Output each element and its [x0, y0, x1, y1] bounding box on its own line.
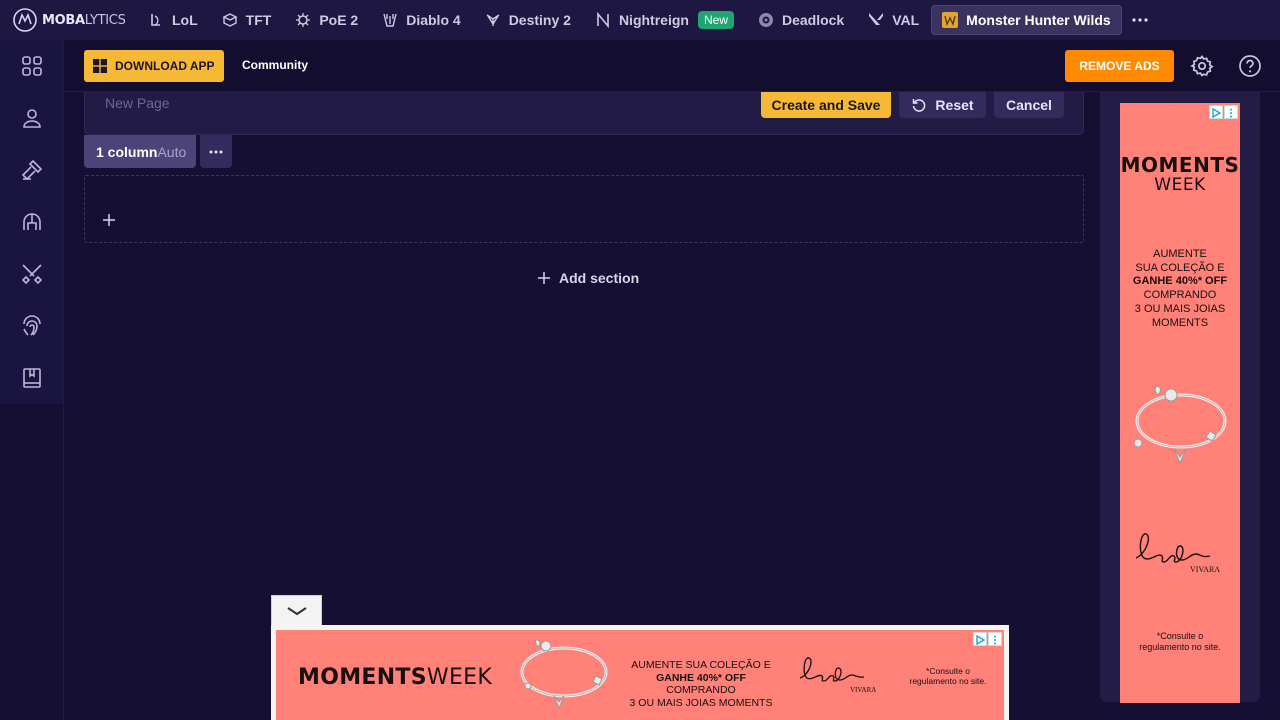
add-block-plus-icon[interactable] [101, 212, 117, 228]
section-options-button[interactable] [200, 135, 232, 168]
game-tab-lol[interactable]: LoL [136, 5, 210, 35]
download-app-button[interactable]: DOWNLOAD APP [84, 50, 224, 82]
game-label: Destiny 2 [508, 12, 571, 28]
bracelet-image [1133, 386, 1227, 465]
logo-text: MOBALYTICS [42, 12, 126, 28]
reset-icon [913, 99, 926, 112]
ad-title-bold: MOMENTS [1120, 153, 1240, 177]
ad-copy: AUMENTE SUA COLEÇÃO E GANHE 40%* OFF COM… [1132, 248, 1228, 329]
book-icon [22, 368, 41, 388]
helmet-icon [22, 213, 41, 230]
right-ad-container: MOMENTS WEEK AUMENTE SUA COLEÇÃO E GANHE… [1100, 92, 1260, 703]
add-section-label: Add section [559, 270, 640, 286]
fingerprint-icon [22, 315, 41, 336]
create-and-save-button[interactable]: Create and Save [761, 92, 891, 118]
reset-button[interactable]: Reset [899, 92, 986, 118]
game-tab-mhwilds[interactable]: Monster Hunter Wilds [931, 5, 1122, 35]
column-layout-selector[interactable]: 1 column Auto [84, 135, 196, 168]
mobalytics-logo[interactable]: MOBALYTICS [0, 0, 136, 40]
poe2-icon [296, 13, 311, 27]
svg-text:VIVARA: VIVARA [850, 686, 876, 694]
game-label: Deadlock [781, 12, 845, 28]
more-horizontal-icon [209, 150, 223, 153]
game-nav: MOBALYTICS LoL TFT PoE 2 Diablo 4 Destin… [0, 0, 1280, 40]
hammer-icon [21, 159, 42, 181]
ad-title-light: WEEK [1154, 175, 1206, 195]
sidebar-item-dashboard[interactable] [0, 40, 63, 92]
section-dropzone [84, 175, 1084, 243]
game-tab-destiny2[interactable]: Destiny 2 [473, 5, 583, 35]
nightreign-icon [597, 12, 609, 28]
game-label: TFT [245, 12, 272, 28]
adchoices-icon[interactable] [973, 632, 1002, 646]
destiny2-icon [486, 14, 500, 26]
ad-disclaimer: *Consulte o regulamento no site. [909, 666, 987, 686]
bottom-ad-container: MOMENTSWEEK AUMENTE SUA COLEÇÃO E GANHE … [271, 625, 1009, 720]
cancel-button[interactable]: Cancel [994, 92, 1064, 118]
reset-label: Reset [935, 97, 974, 113]
bottom-advertisement[interactable]: MOMENTSWEEK AUMENTE SUA COLEÇÃO E GANHE … [276, 630, 1004, 720]
game-label: PoE 2 [319, 12, 359, 28]
game-label: LoL [172, 12, 198, 28]
help-icon[interactable] [1236, 52, 1264, 80]
new-badge: New [697, 11, 734, 29]
bracelet-image [520, 639, 608, 710]
ad-title: MOMENTSWEEK [298, 665, 493, 690]
mhwilds-icon [942, 12, 959, 28]
community-link[interactable]: Community [242, 58, 308, 72]
sidebar-item-profile[interactable] [0, 92, 63, 144]
remove-ads-button[interactable]: REMOVE ADS [1065, 50, 1174, 82]
game-label: Nightreign [618, 12, 689, 28]
game-tab-diablo4[interactable]: Diablo 4 [370, 5, 472, 35]
lol-icon [151, 14, 160, 26]
crossed-swords-icon [21, 264, 42, 285]
plus-icon [538, 272, 550, 284]
sidebar-item-monsters[interactable] [0, 196, 63, 248]
download-app-label: DOWNLOAD APP [115, 59, 215, 73]
game-tab-deadlock[interactable]: Deadlock [746, 5, 856, 35]
life-vivara-logo: VIVARA [799, 657, 876, 694]
page-editor-bar: New Page Create and Save Reset Cancel [84, 92, 1084, 135]
game-tab-valorant[interactable]: VAL [856, 5, 931, 35]
tft-icon [222, 13, 238, 27]
life-vivara-logo: VIVARA [1135, 533, 1220, 574]
game-label: VAL [892, 12, 920, 28]
sidebar-item-weapons[interactable] [0, 248, 63, 300]
adchoices-icon[interactable] [1209, 105, 1238, 119]
game-tab-tft[interactable]: TFT [210, 5, 284, 35]
column-mode-label: Auto [157, 143, 187, 160]
game-tab-nightreign[interactable]: Nightreign New [583, 5, 746, 35]
left-sidebar [0, 40, 64, 720]
column-count-label: 1 column [96, 143, 158, 160]
sidebar-item-builds[interactable] [0, 144, 63, 196]
more-games-icon[interactable] [1126, 6, 1154, 34]
diablo4-icon [383, 13, 397, 27]
user-icon [22, 109, 41, 128]
svg-text:VIVARA: VIVARA [1190, 565, 1220, 574]
add-section-button[interactable]: Add section [537, 270, 639, 286]
game-label: Monster Hunter Wilds [966, 12, 1111, 28]
collapse-ad-button[interactable] [271, 595, 322, 625]
sidebar-item-tracker[interactable] [0, 300, 63, 352]
game-label: Diablo 4 [406, 12, 461, 28]
grid-icon [21, 56, 42, 76]
deadlock-icon [758, 13, 773, 27]
page-name-input[interactable]: New Page [105, 95, 170, 111]
right-advertisement[interactable]: MOMENTS WEEK AUMENTE SUA COLEÇÃO E GANHE… [1120, 103, 1240, 703]
ad-copy: AUMENTE SUA COLEÇÃO E GANHE 40%* OFF COM… [629, 659, 773, 709]
windows-icon [93, 59, 107, 73]
mobalytics-logo-icon [13, 8, 37, 32]
sub-header: DOWNLOAD APP Community REMOVE ADS [64, 40, 1280, 92]
sidebar-item-guides[interactable] [0, 352, 63, 404]
settings-gear-icon[interactable] [1188, 52, 1216, 80]
game-tab-poe2[interactable]: PoE 2 [283, 5, 370, 35]
chevron-down-icon [286, 606, 307, 615]
ad-disclaimer: *Consulte o regulamento no site. [1139, 631, 1221, 652]
valorant-icon [869, 13, 884, 25]
